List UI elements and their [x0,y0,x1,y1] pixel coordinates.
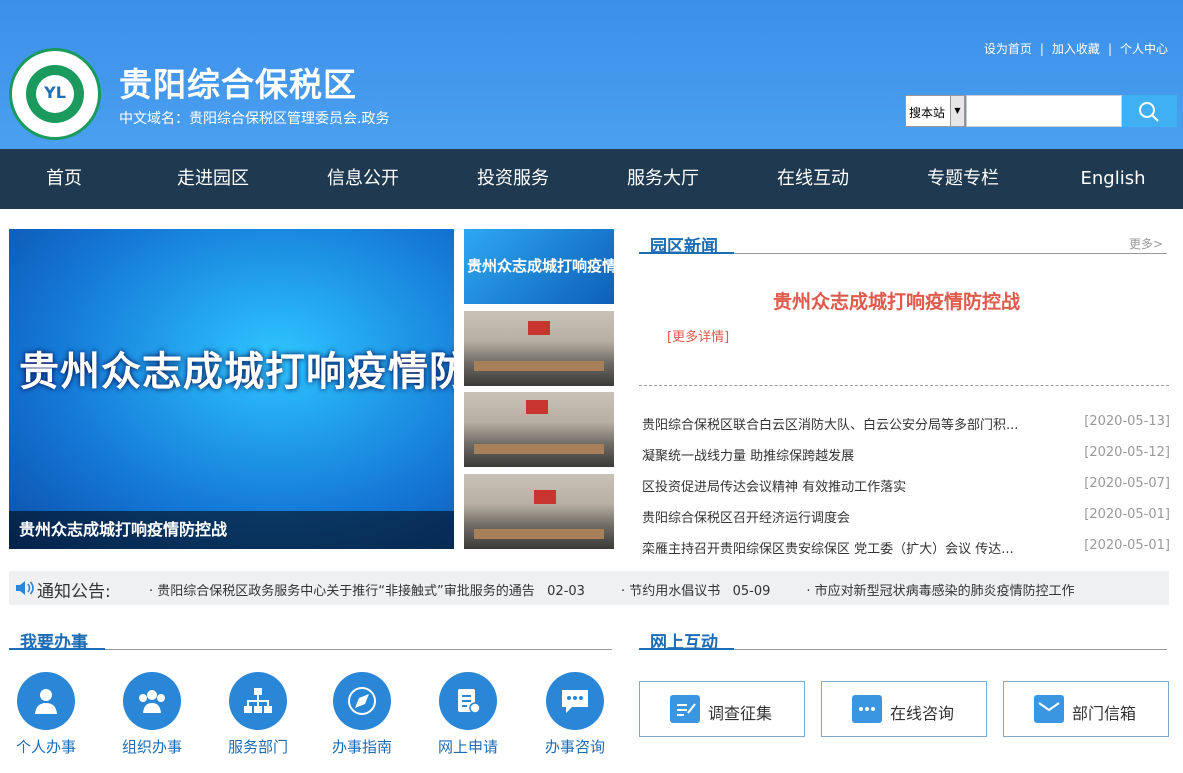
site-title: 贵阳综合保税区 [119,65,357,104]
online-consult-button[interactable]: 在线咨询 [821,681,987,737]
news-item[interactable]: 区投资促进局传达会议精神 有效推动工作落实 [2020-05-07] [642,476,1170,496]
form-edit-icon [458,689,481,714]
search-icon [1139,102,1159,122]
chat-icon [859,707,875,711]
mail-icon [1038,702,1060,712]
header: YL 贵阳综合保税区 中文域名：贵阳综合保税区管理委员会.政务 设为首页 | 加入收… [0,0,1183,149]
notice-bar: 通知公告: · 贵阳综合保税区政务服务中心关于推行“非接触式”审批服务的通告 0… [9,571,1169,605]
compass-icon [348,687,376,715]
news-item[interactable]: 栾雁主持召开贵阳综保区贵安综保区 党工委（扩大）会议 传达... [2020-05… [642,538,1170,558]
speaker-icon [16,581,34,595]
nav-investment[interactable]: 投资服务 [438,149,588,209]
banner-caption[interactable]: 贵州众志成城打响疫情防控战 [9,511,454,549]
logo-text: YL [44,83,66,102]
search-bar: 搜本站 ▼ [905,95,1177,127]
chevron-down-icon: ▼ [950,96,964,126]
org-chart-icon [244,688,272,713]
news-item[interactable]: 贵阳综合保税区召开经济运行调度会 [2020-05-01] [642,507,1170,527]
news-item[interactable]: 凝聚统一战线力量 助推综保跨越发展 [2020-05-12] [642,445,1170,465]
news-item[interactable]: 贵阳综合保税区联合白云区消防大队、白云公安分局等多部门积... [2020-05-… [642,414,1170,434]
slider-banner[interactable]: 贵州众志成城打响疫情防控战 贵州众志成城打响疫情防控战 [9,229,454,549]
nav-home[interactable]: 首页 [0,149,139,209]
group-icon [139,690,165,713]
add-favorite-link[interactable]: 加入收藏 [1052,42,1100,56]
news-detail-link[interactable]: [更多详情] [667,326,729,345]
news-more-link[interactable]: 更多> [1129,235,1163,252]
service-departments[interactable]: 服务部门 [218,672,298,757]
nav-service-hall[interactable]: 服务大厅 [588,149,738,209]
nav-info-public[interactable]: 信息公开 [288,149,438,209]
slider-thumb-1[interactable]: 贵州众志成城打响疫情防控战 [464,229,614,304]
notice-label: 通知公告: [37,582,111,602]
top-links: 设为首页 | 加入收藏 | 个人中心 [983,42,1168,56]
chat-icon [562,690,588,713]
divider [639,385,1169,386]
service-guide[interactable]: 办事指南 [322,672,402,757]
main-nav: 首页 走进园区 信息公开 投资服务 服务大厅 在线互动 专题专栏 English [0,149,1183,209]
nav-english[interactable]: English [1038,149,1183,209]
site-subtitle: 中文域名：贵阳综合保税区管理委员会.政务 [119,111,390,127]
slider-thumb-4[interactable] [464,474,614,549]
dept-mailbox-button[interactable]: 部门信箱 [1003,681,1169,737]
service-organization[interactable]: 组织办事 [112,672,192,757]
nav-special-topics[interactable]: 专题专栏 [888,149,1038,209]
set-homepage-link[interactable]: 设为首页 [984,42,1032,56]
search-button[interactable] [1122,95,1177,127]
service-consult[interactable]: 办事咨询 [535,672,615,757]
survey-icon [677,703,696,716]
service-personal[interactable]: 个人办事 [6,672,86,757]
nav-about-park[interactable]: 走进园区 [138,149,288,209]
survey-button[interactable]: 调查征集 [639,681,805,737]
personal-center-link[interactable]: 个人中心 [1120,42,1168,56]
slider-thumb-3[interactable] [464,392,614,467]
slider-thumb-2[interactable] [464,311,614,386]
search-scope-select[interactable]: 搜本站 ▼ [905,95,965,127]
notice-item[interactable]: · 节约用水倡议书 05-09 [621,584,770,599]
banner-text: 贵州众志成城打响疫情防控战 [19,348,454,395]
search-input[interactable] [966,95,1122,127]
site-logo[interactable]: YL [9,48,101,140]
notice-item[interactable]: · 贵阳综合保税区政务服务中心关于推行“非接触式”审批服务的通告 02-03 [149,584,585,599]
nav-online-interaction[interactable]: 在线互动 [738,149,888,209]
news-headline[interactable]: 贵州众志成城打响疫情防控战 [773,287,1020,314]
notice-ticker: · 贵阳综合保税区政务服务中心关于推行“非接触式”审批服务的通告 02-03 · … [149,580,1149,599]
notice-item[interactable]: · 市应对新型冠状病毒感染的肺炎疫情防控工作 [806,584,1074,599]
service-online-apply[interactable]: 网上申请 [428,672,508,757]
person-icon [35,689,57,714]
